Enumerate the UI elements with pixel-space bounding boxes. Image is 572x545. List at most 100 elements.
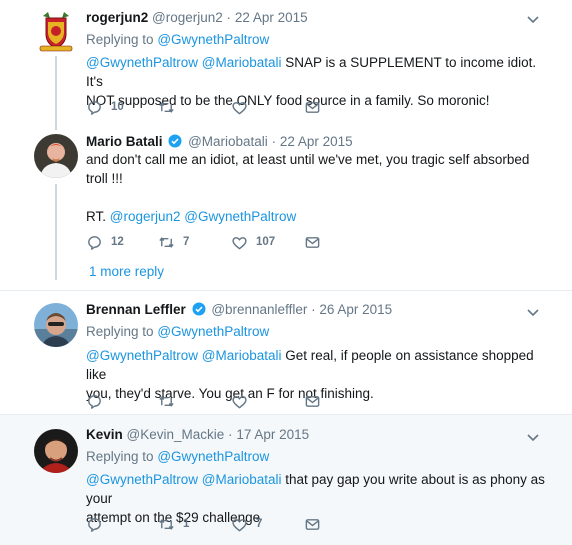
tweet-text-line: and don't call me an idiot, at least unt… — [86, 152, 530, 167]
tweet-actions: 1 7 — [86, 514, 346, 534]
like-count: 107 — [256, 236, 276, 248]
reply-icon — [88, 517, 101, 532]
tweet-text: and don't call me an idiot, at least unt… — [86, 150, 546, 226]
direct-message-icon — [305, 236, 320, 248]
profile-photo — [34, 303, 78, 347]
retweet-count: 1 — [183, 518, 190, 530]
username[interactable]: @rogerjun2 — [152, 10, 223, 25]
replying-to-label: Replying to — [86, 324, 154, 339]
reply-count: 12 — [111, 236, 124, 248]
retweet-count: 7 — [183, 236, 190, 248]
like-button[interactable]: 7 — [231, 514, 262, 534]
display-name[interactable]: rogerjun2 — [86, 10, 148, 25]
mention-link[interactable]: @GwynethPaltrow — [86, 55, 198, 70]
tweet-actions: 10 — [86, 97, 346, 117]
display-name[interactable]: Mario Batali — [86, 134, 163, 149]
tweet-brennanleffler[interactable]: Brennan Leffler @brennanleffler · 26 Apr… — [0, 290, 572, 414]
retweet-button[interactable] — [158, 391, 183, 411]
username[interactable]: @Kevin_Mackie — [127, 427, 225, 442]
like-icon — [232, 101, 247, 115]
mention-link[interactable]: @GwynethPaltrow — [86, 472, 198, 487]
retweet-icon — [159, 101, 174, 113]
retweet-button[interactable]: 7 — [158, 232, 189, 252]
reply-icon — [88, 100, 101, 115]
caret-down-icon[interactable] — [526, 305, 540, 319]
reply-button[interactable] — [86, 391, 111, 411]
mention-link[interactable]: @GwynethPaltrow — [184, 209, 296, 224]
mention-link[interactable]: @Mariobatali — [202, 472, 282, 487]
tweet-text-line: RT. — [86, 209, 107, 224]
mention-link[interactable]: @Mariobatali — [202, 348, 282, 363]
direct-message-icon — [305, 101, 320, 113]
reply-count: 10 — [111, 101, 124, 113]
mention-link[interactable]: @rogerjun2 — [110, 209, 181, 224]
replying-to: Replying to @GwynethPaltrow — [86, 32, 269, 47]
tweet-header: Kevin @Kevin_Mackie · 17 Apr 2015 — [86, 427, 309, 442]
display-name[interactable]: Kevin — [86, 427, 123, 442]
replying-to: Replying to @GwynethPaltrow — [86, 324, 269, 339]
avatar[interactable] — [34, 429, 78, 473]
retweet-icon — [159, 395, 174, 407]
direct-message-button[interactable] — [304, 232, 329, 252]
like-icon — [232, 395, 247, 409]
username[interactable]: @Mariobatali — [188, 134, 268, 149]
tweet-date[interactable]: 22 Apr 2015 — [235, 10, 308, 25]
avatar[interactable] — [34, 303, 78, 347]
like-button[interactable] — [231, 97, 256, 117]
tweet-actions: 12 7 107 — [86, 232, 346, 252]
tweet-mariobatali[interactable]: Mario Batali @Mariobatali · 22 Apr 2015 … — [0, 128, 572, 290]
separator-dot: · — [228, 427, 233, 442]
crest-avatar-image — [34, 10, 78, 54]
replying-to-link[interactable]: @GwynethPaltrow — [157, 32, 269, 47]
like-count: 7 — [256, 518, 263, 530]
like-icon — [232, 236, 247, 250]
tweet-date[interactable]: 26 Apr 2015 — [319, 302, 392, 317]
separator-dot: · — [226, 10, 232, 25]
tweet-header: Mario Batali @Mariobatali · 22 Apr 2015 — [86, 134, 353, 149]
replying-to-label: Replying to — [86, 32, 154, 47]
direct-message-button[interactable] — [304, 514, 329, 534]
tweet-actions — [86, 391, 346, 411]
separator-dot: · — [311, 302, 316, 317]
direct-message-button[interactable] — [304, 391, 329, 411]
username[interactable]: @brennanleffler — [211, 302, 307, 317]
retweet-icon — [159, 236, 174, 248]
caret-down-icon[interactable] — [526, 430, 540, 444]
tweet-text-line: troll !!! — [86, 171, 123, 186]
more-replies-link[interactable]: 1 more reply — [89, 264, 164, 279]
reply-icon — [88, 235, 101, 250]
like-button[interactable]: 107 — [231, 232, 275, 252]
retweet-button[interactable] — [158, 97, 183, 117]
avatar[interactable] — [34, 10, 78, 54]
direct-message-icon — [305, 395, 320, 407]
like-icon — [232, 518, 247, 532]
tweet-header: Brennan Leffler @brennanleffler · 26 Apr… — [86, 302, 392, 317]
profile-photo — [34, 134, 78, 178]
reply-button[interactable]: 10 — [86, 97, 124, 117]
caret-down-icon[interactable] — [526, 12, 540, 26]
mention-link[interactable]: @Mariobatali — [202, 55, 282, 70]
like-button[interactable] — [231, 391, 256, 411]
mention-link[interactable]: @GwynethPaltrow — [86, 348, 198, 363]
reply-button[interactable] — [86, 514, 111, 534]
avatar[interactable] — [34, 134, 78, 178]
tweet-date[interactable]: 17 Apr 2015 — [236, 427, 309, 442]
reply-button[interactable]: 12 — [86, 232, 124, 252]
tweet-rogerjun2[interactable]: rogerjun2 @rogerjun2 · 22 Apr 2015 Reply… — [0, 0, 572, 128]
tweet-date[interactable]: 22 Apr 2015 — [280, 134, 353, 149]
tweet-kevin-mackie[interactable]: Kevin @Kevin_Mackie · 17 Apr 2015 Replyi… — [0, 414, 572, 545]
replying-to-link[interactable]: @GwynethPaltrow — [157, 324, 269, 339]
reply-icon — [88, 394, 101, 409]
replying-to-label: Replying to — [86, 449, 154, 464]
separator-dot: · — [271, 134, 277, 149]
direct-message-button[interactable] — [304, 97, 329, 117]
display-name[interactable]: Brennan Leffler — [86, 302, 186, 317]
retweet-icon — [159, 518, 174, 530]
retweet-button[interactable]: 1 — [158, 514, 189, 534]
verified-badge-icon — [192, 302, 206, 316]
verified-badge-icon — [168, 134, 182, 148]
replying-to: Replying to @GwynethPaltrow — [86, 449, 269, 464]
profile-photo — [34, 429, 78, 473]
tweet-header: rogerjun2 @rogerjun2 · 22 Apr 2015 — [86, 10, 308, 25]
replying-to-link[interactable]: @GwynethPaltrow — [157, 449, 269, 464]
